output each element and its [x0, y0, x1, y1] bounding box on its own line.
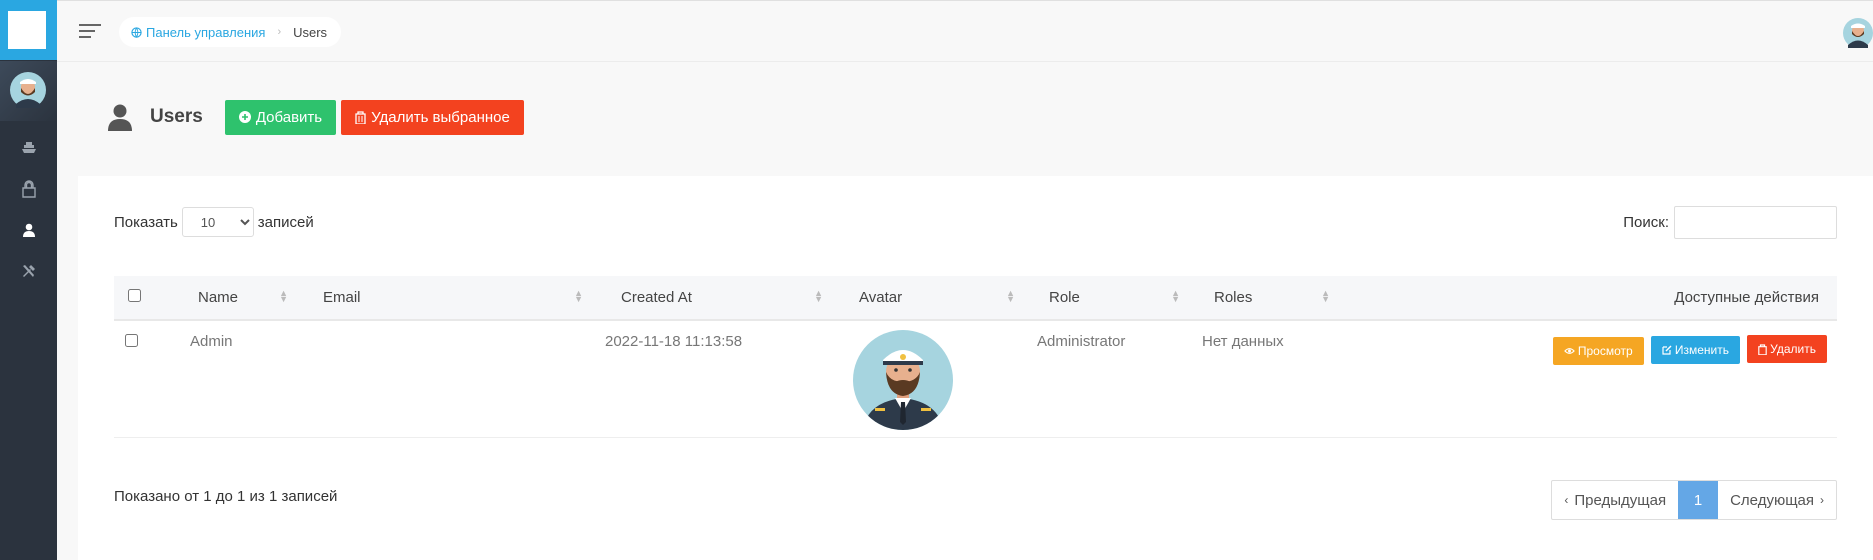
column-header-name[interactable]: Name ▲ ▼	[190, 276, 310, 320]
globe-icon	[131, 26, 142, 38]
users-card: Показать 10 записей Поиск: Name ▲ ▼ Email ▲…	[78, 176, 1873, 560]
breadcrumb-separator-icon: ›	[277, 26, 282, 38]
lock-icon	[21, 180, 36, 198]
column-header-role[interactable]: Role ▲ ▼	[1037, 276, 1202, 320]
edit-icon	[1662, 345, 1672, 355]
view-button-label: Просмотр	[1577, 343, 1633, 358]
breadcrumb-current: Users	[293, 24, 328, 40]
column-header-label: Roles	[1214, 289, 1253, 306]
cell-email	[310, 320, 605, 437]
column-header-label: Name	[198, 289, 239, 306]
sort-icon: ▲ ▼	[1321, 288, 1330, 304]
view-button[interactable]: Просмотр	[1552, 336, 1644, 365]
column-header-actions: Доступные действия	[1352, 276, 1837, 320]
sort-icon: ▲ ▼	[279, 288, 288, 304]
delete-selected-button[interactable]: Удалить выбранное	[341, 99, 524, 135]
trash-icon	[1758, 343, 1767, 355]
sort-icon: ▲ ▼	[814, 288, 823, 304]
add-button[interactable]: Добавить	[224, 99, 337, 135]
cell-actions: Просмотр Изменить Удалить	[1352, 320, 1837, 437]
breadcrumb-home-label: Панель управления	[146, 24, 266, 40]
breadcrumb: Панель управления › Users	[119, 17, 342, 47]
users-page-icon	[108, 104, 132, 131]
pagination-previous-label: Предыдущая	[1574, 491, 1667, 509]
cell-created-at: 2022-11-18 11:13:58	[605, 333, 743, 350]
chevron-left-icon: ‹	[1564, 493, 1569, 507]
entries-label: записей	[257, 213, 314, 231]
sidebar-user-panel[interactable]	[0, 61, 57, 121]
eye-icon	[1564, 347, 1575, 354]
sidebar-item-security[interactable]	[0, 166, 57, 212]
page-title: Users	[150, 106, 203, 127]
select-all-cell	[114, 276, 190, 320]
pagination: ‹ Предыдущая 1 Следующая ›	[1551, 480, 1837, 520]
column-header-label: Доступные действия	[1674, 289, 1819, 306]
sidebar-item-ships[interactable]	[0, 124, 57, 170]
sort-icon: ▲ ▼	[574, 288, 583, 304]
column-header-label: Role	[1049, 289, 1080, 306]
pagination-page[interactable]: 1	[1678, 481, 1719, 519]
sidebar	[0, 0, 57, 560]
logo-mark	[8, 11, 46, 49]
column-header-label: Avatar	[859, 289, 903, 306]
column-header-email[interactable]: Email ▲ ▼	[310, 276, 605, 320]
breadcrumb-home[interactable]: Панель управления	[131, 25, 265, 40]
table-info: Показано от 1 до 1 из 1 записей	[114, 488, 338, 505]
cell-role: Administrator	[1037, 333, 1126, 350]
sort-icon: ▲ ▼	[1006, 288, 1015, 304]
search-control: Поиск:	[1623, 206, 1837, 239]
plus-circle-icon	[238, 111, 251, 123]
edit-button-label: Изменить	[1674, 342, 1729, 357]
page-length-control: Показать 10 записей	[114, 207, 314, 237]
column-header-label: Created At	[621, 289, 692, 306]
search-label: Поиск:	[1623, 214, 1669, 231]
select-all-checkbox[interactable]	[128, 289, 141, 302]
cell-roles: Нет данных	[1202, 333, 1284, 350]
column-header-roles[interactable]: Roles ▲ ▼	[1202, 276, 1352, 320]
ship-icon	[21, 142, 36, 153]
logo[interactable]	[0, 0, 57, 60]
page-length-select[interactable]: 10	[181, 207, 254, 237]
user-avatar-menu[interactable]	[1843, 18, 1873, 48]
chevron-right-icon: ›	[1820, 493, 1824, 507]
sort-icon: ▲ ▼	[1171, 288, 1180, 304]
table-row: Admin 2022-11-18 11:13:58 Administrator …	[114, 320, 1837, 437]
cell-avatar	[845, 320, 1037, 437]
sidebar-item-settings[interactable]	[0, 248, 57, 294]
user-icon	[22, 223, 35, 237]
page-header: Users Добавить Удалить выбранное	[106, 99, 524, 135]
users-table: Name ▲ ▼ Email ▲ ▼ Created At ▲ ▼ Avatar ▲ ▼ Rol…	[114, 276, 1837, 438]
tools-icon	[22, 265, 35, 277]
pagination-next[interactable]: Следующая ›	[1718, 481, 1836, 519]
row-select-cell	[114, 320, 190, 437]
row-checkbox[interactable]	[125, 334, 138, 347]
cell-name: Admin	[190, 333, 233, 350]
show-label: Показать	[114, 213, 178, 231]
delete-button[interactable]: Удалить	[1747, 335, 1827, 363]
sidebar-item-users[interactable]	[0, 207, 57, 253]
table-header-row: Name ▲ ▼ Email ▲ ▼ Created At ▲ ▼ Avatar ▲ ▼ Rol…	[114, 276, 1837, 320]
column-header-created-at[interactable]: Created At ▲ ▼	[605, 276, 845, 320]
edit-button[interactable]: Изменить	[1650, 335, 1740, 364]
delete-button-label: Удалить	[1770, 342, 1816, 356]
add-button-label: Добавить	[255, 108, 323, 126]
user-avatar-image	[853, 330, 953, 430]
pagination-previous[interactable]: ‹ Предыдущая	[1552, 481, 1678, 519]
trash-icon	[355, 110, 366, 124]
sidebar-avatar	[10, 72, 46, 108]
pagination-next-label: Следующая	[1730, 491, 1814, 509]
search-input[interactable]	[1674, 206, 1837, 239]
header: Панель управления › Users	[57, 0, 1873, 62]
column-header-avatar[interactable]: Avatar ▲ ▼	[845, 276, 1037, 320]
menu-toggle-icon[interactable]	[79, 24, 101, 40]
column-header-label: Email	[323, 289, 361, 306]
delete-selected-label: Удалить выбранное	[371, 108, 510, 126]
